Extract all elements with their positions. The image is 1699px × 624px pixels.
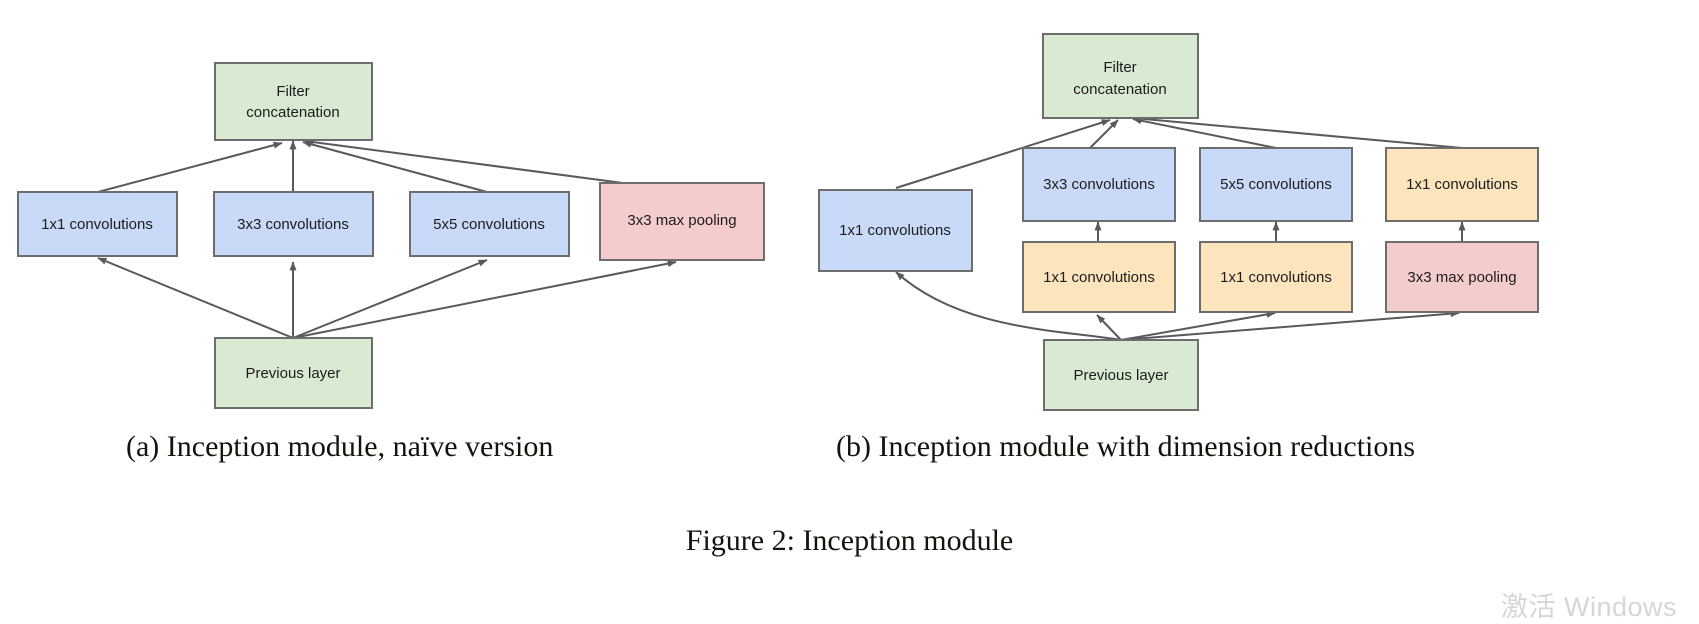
node-1x1-convolutions-a[interactable]: 1x1 convolutions [17, 191, 178, 257]
edge-prev-to-reduce-b-b [1120, 311, 1276, 341]
node-label: concatenation [246, 104, 339, 121]
node-label: 1x1 convolutions [41, 216, 153, 233]
node-label: 3x3 max pooling [1407, 269, 1516, 286]
node-label: 5x5 convolutions [433, 216, 545, 233]
node-label: 3x3 convolutions [237, 216, 349, 233]
node-1x1-convolutions-direct-b[interactable]: 1x1 convolutions [818, 189, 973, 272]
node-label: 3x3 max pooling [627, 212, 736, 229]
panel-a-edges [97, 138, 677, 339]
figure-container: Filter concatenation 1x1 convolutions 3x… [0, 0, 1699, 622]
node-filter-concatenation-b[interactable]: Filter concatenation [1042, 33, 1199, 119]
node-5x5-convolutions-b[interactable]: 5x5 convolutions [1199, 147, 1353, 222]
node-previous-layer-a[interactable]: Previous layer [214, 337, 373, 409]
node-1x1-reduce-a-b[interactable]: 1x1 convolutions [1022, 241, 1176, 313]
node-label: 3x3 convolutions [1043, 176, 1155, 193]
node-5x5-convolutions-a[interactable]: 5x5 convolutions [409, 191, 570, 257]
edge-1x1-after-pool-to-concat-b [1133, 115, 1463, 149]
edge-5x5-to-concat-b [1132, 117, 1277, 149]
edge-5x5-to-concat-a [302, 140, 488, 193]
node-label: Filter [276, 83, 309, 100]
node-3x3-max-pooling-a[interactable]: 3x3 max pooling [599, 182, 765, 261]
edge-1x1-to-concat-a [97, 141, 283, 193]
edge-prev-to-5x5-a [292, 259, 488, 339]
edge-prev-to-maxpool-a [292, 260, 677, 339]
node-label: concatenation [1073, 81, 1166, 98]
node-previous-layer-b[interactable]: Previous layer [1043, 339, 1199, 411]
node-label: 5x5 convolutions [1220, 176, 1332, 193]
panel-a-caption: (a) Inception module, naïve version [126, 430, 554, 463]
node-3x3-convolutions-a[interactable]: 3x3 convolutions [213, 191, 374, 257]
node-3x3-convolutions-b[interactable]: 3x3 convolutions [1022, 147, 1176, 222]
node-label: 1x1 convolutions [1406, 176, 1518, 193]
node-filter-concatenation-a[interactable]: Filter concatenation [214, 62, 373, 141]
node-label: 1x1 convolutions [1043, 269, 1155, 286]
node-label: 1x1 convolutions [839, 222, 951, 239]
node-label: 1x1 convolutions [1220, 269, 1332, 286]
edge-prev-to-1x1-a [97, 257, 294, 339]
node-3x3-max-pooling-b[interactable]: 3x3 max pooling [1385, 241, 1539, 313]
panel-b-caption: (b) Inception module with dimension redu… [836, 430, 1416, 463]
edge-prev-to-maxpool-b [1120, 310, 1460, 341]
node-label: Previous layer [1073, 367, 1168, 384]
node-1x1-reduce-b-b[interactable]: 1x1 convolutions [1199, 241, 1353, 313]
node-1x1-convolutions-after-pool-b[interactable]: 1x1 convolutions [1385, 147, 1539, 222]
node-label: Previous layer [245, 365, 340, 382]
windows-activation-watermark: 激活 Windows [1500, 592, 1677, 622]
node-label: Filter [1103, 59, 1136, 76]
panel-b-edges [895, 115, 1466, 341]
figure-caption: Figure 2: Inception module [685, 524, 1014, 557]
